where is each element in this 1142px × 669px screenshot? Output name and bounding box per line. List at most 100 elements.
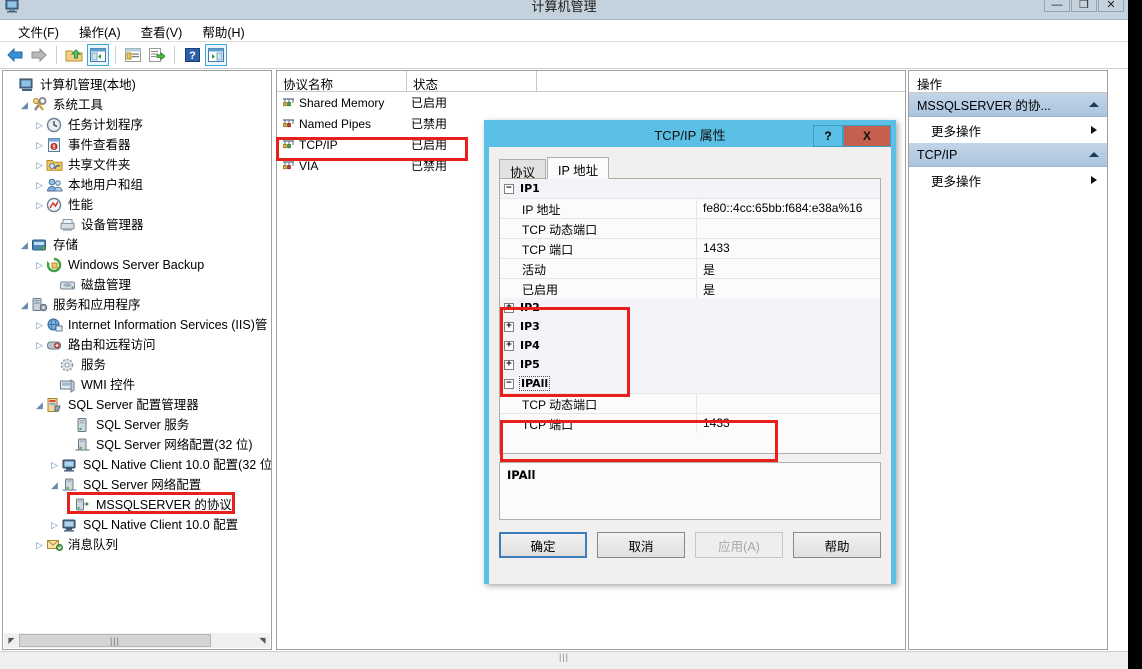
ip-address-grid[interactable]: − IP1 IP 地址 fe80::4cc:65bb:f684:e38a%16 … [499, 178, 881, 454]
tree-node[interactable]: ▷ Internet Information Services (IIS)管 [3, 315, 271, 335]
column-header-protocol-name[interactable]: 协议名称 [277, 71, 407, 92]
grid-value[interactable] [696, 219, 880, 238]
properties-icon[interactable] [122, 44, 144, 66]
tree-node[interactable]: ▷ 性能 [3, 195, 271, 215]
twisty-closed[interactable]: ▷ [33, 200, 46, 211]
twisty-open[interactable]: ◢ [18, 100, 31, 111]
back-arrow-icon[interactable] [4, 44, 26, 66]
twisty-closed[interactable]: ▷ [33, 140, 46, 151]
collapse-icon[interactable]: − [504, 378, 514, 389]
twisty-closed[interactable]: ▷ [48, 460, 61, 471]
menu-action[interactable]: 操作(A) [69, 20, 131, 43]
tree-node[interactable]: ▷ 共享文件夹 [3, 155, 271, 175]
twisty-open[interactable]: ◢ [18, 300, 31, 311]
show-console-tree-icon[interactable] [87, 44, 109, 66]
grid-value[interactable] [696, 394, 880, 413]
grid-row[interactable]: TCP 端口 1433 [500, 413, 880, 433]
grid-section-ip3[interactable]: + IP3 [500, 317, 880, 336]
collapse-icon[interactable]: − [504, 183, 514, 194]
grid-section-ip5[interactable]: + IP5 [500, 355, 880, 374]
chevron-up-icon[interactable] [1089, 152, 1099, 157]
up-folder-icon[interactable] [63, 44, 85, 66]
grid-value[interactable]: 1433 [696, 414, 880, 433]
twisty-closed[interactable]: ▷ [33, 180, 46, 191]
grid-section-ip4[interactable]: + IP4 [500, 336, 880, 355]
grid-row[interactable]: IP 地址 fe80::4cc:65bb:f684:e38a%16 [500, 198, 880, 218]
twisty-closed[interactable]: ▷ [33, 540, 46, 551]
expand-icon[interactable]: + [504, 321, 514, 332]
table-row[interactable]: Shared Memory 已启用 [277, 92, 905, 113]
twisty-closed[interactable]: ▷ [48, 520, 61, 531]
twisty-closed[interactable]: ▷ [33, 320, 46, 331]
grid-value[interactable]: fe80::4cc:65bb:f684:e38a%16 [696, 199, 880, 218]
action-more-actions[interactable]: 更多操作 [909, 117, 1107, 143]
hscroll-thumb[interactable]: ||| [19, 634, 211, 647]
close-button[interactable]: X [843, 125, 891, 147]
tree-hscrollbar[interactable]: ◤ ||| ◥ [4, 633, 270, 648]
tree-node[interactable]: ◢ SQL Server 网络配置 [3, 475, 271, 495]
tree-node[interactable]: ◢ 存储 [3, 235, 271, 255]
grid-row[interactable]: TCP 端口 1433 [500, 238, 880, 258]
show-action-pane-icon[interactable] [205, 44, 227, 66]
help-icon[interactable]: ? [181, 44, 203, 66]
tree-node[interactable]: ▷ Windows Server Backup [3, 255, 271, 275]
column-header-status[interactable]: 状态 [407, 71, 537, 92]
cancel-button[interactable]: 取消 [597, 532, 686, 558]
tree-node[interactable]: ◢ 系统工具 [3, 95, 271, 115]
tree-node[interactable]: 设备管理器 [3, 215, 271, 235]
twisty-closed[interactable]: ▷ [33, 260, 46, 271]
grid-section-ip1[interactable]: − IP1 [500, 179, 880, 198]
tree-node[interactable]: ▷ SQL Native Client 10.0 配置 [3, 515, 271, 535]
tree-node[interactable]: WMI 控件 [3, 375, 271, 395]
tree-node[interactable]: SQL Server 网络配置(32 位) [3, 435, 271, 455]
sidebar-item-mssqlserver-protocols[interactable]: MSSQLSERVER 的协议 [3, 495, 271, 515]
tree-node[interactable]: ▷ 消息队列 [3, 535, 271, 555]
tree-node[interactable]: 计算机管理(本地) [3, 75, 271, 95]
maximize-button[interactable]: ❐ [1071, 0, 1097, 12]
tree-node[interactable]: 磁盘管理 [3, 275, 271, 295]
minimize-button[interactable]: — [1044, 0, 1070, 12]
menu-help[interactable]: 帮助(H) [192, 20, 254, 43]
twisty-closed[interactable]: ▷ [33, 120, 46, 131]
close-button[interactable]: ✕ [1098, 0, 1124, 12]
grid-section-ip2[interactable]: + IP2 [500, 298, 880, 317]
grid-value[interactable]: 是 [696, 279, 880, 298]
tree-node[interactable]: ▷ 路由和远程访问 [3, 335, 271, 355]
help-button[interactable]: 帮助 [793, 532, 881, 558]
tree-node[interactable]: ◢ 服务和应用程序 [3, 295, 271, 315]
grid-row[interactable]: TCP 动态端口 [500, 218, 880, 238]
forward-arrow-icon[interactable] [28, 44, 50, 66]
tree-node[interactable]: ◢ SQL Server 配置管理器 [3, 395, 271, 415]
twisty-open[interactable]: ◢ [18, 240, 31, 251]
chevron-up-icon[interactable] [1089, 102, 1099, 107]
grid-row[interactable]: 已启用 是 [500, 278, 880, 298]
twisty-closed[interactable]: ▷ [33, 340, 46, 351]
export-list-icon[interactable] [146, 44, 168, 66]
grid-value[interactable]: 是 [696, 259, 880, 278]
help-button[interactable]: ? [813, 125, 843, 147]
expand-icon[interactable]: + [504, 340, 514, 351]
tree-node[interactable]: ▷ 事件查看器 [3, 135, 271, 155]
grid-row[interactable]: 活动 是 [500, 258, 880, 278]
expand-icon[interactable]: + [504, 359, 514, 370]
console-tree-pane[interactable]: 计算机管理(本地) ◢ 系统工具 ▷ 任务计划程序 ▷ 事件查看器 ▷ 共享文件… [2, 70, 272, 650]
twisty-open[interactable]: ◢ [33, 400, 46, 411]
menu-view[interactable]: 查看(V) [131, 20, 193, 43]
tree-node[interactable]: ▷ 本地用户和组 [3, 175, 271, 195]
tab-protocol[interactable]: 协议 [499, 159, 547, 180]
tree-node[interactable]: ▷ 任务计划程序 [3, 115, 271, 135]
grid-value[interactable]: 1433 [696, 239, 880, 258]
grid-section-ipall[interactable]: − IPAll [500, 374, 880, 393]
menu-file[interactable]: 文件(F) [8, 20, 69, 43]
tree-node[interactable]: ▷ SQL Native Client 10.0 配置(32 位 [3, 455, 271, 475]
action-group-tcpip[interactable]: TCP/IP [909, 143, 1107, 167]
expand-icon[interactable]: + [504, 302, 514, 313]
hscroll-left-button[interactable]: ◤ [4, 633, 19, 648]
tree-node[interactable]: 服务 [3, 355, 271, 375]
twisty-open[interactable]: ◢ [48, 480, 61, 491]
action-more-actions[interactable]: 更多操作 [909, 167, 1107, 193]
twisty-closed[interactable]: ▷ [33, 160, 46, 171]
action-group-mssqlserver[interactable]: MSSQLSERVER 的协... [909, 93, 1107, 117]
grid-row[interactable]: TCP 动态端口 [500, 393, 880, 413]
tab-ip-address[interactable]: IP 地址 [547, 157, 610, 179]
